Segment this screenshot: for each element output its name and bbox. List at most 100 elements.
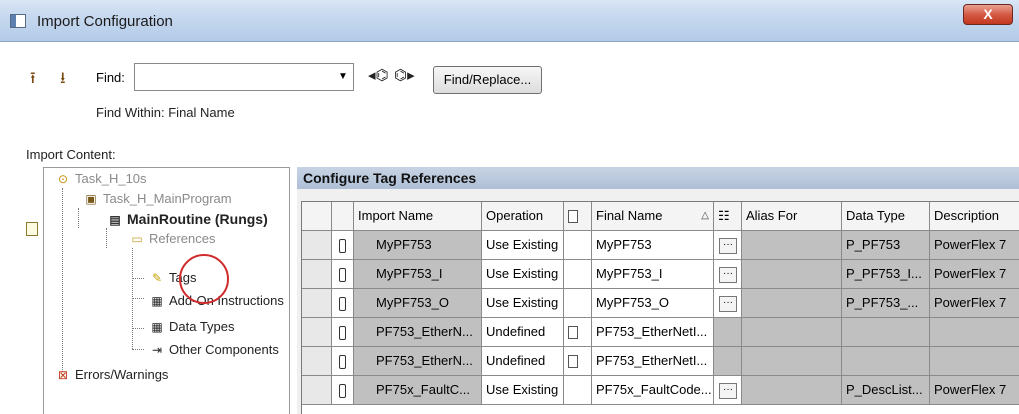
tree-item-task[interactable]: ⊙ Task_H_10s <box>54 169 147 189</box>
row-header[interactable] <box>302 231 332 259</box>
row-header[interactable] <box>302 289 332 317</box>
data-type-cell[interactable]: P_PF753 <box>842 231 930 259</box>
description-cell[interactable]: PowerFlex 7 <box>930 289 1019 317</box>
doc-cell[interactable] <box>564 260 592 288</box>
table-row[interactable]: MyPF753_O Use Existing MyPF753_O ··· P_PF753… <box>302 289 1019 318</box>
import-name-cell[interactable]: MyPF753_I <box>354 260 482 288</box>
alias-for-cell[interactable] <box>742 347 842 375</box>
column-header-operation[interactable]: Operation <box>482 202 564 230</box>
doc-cell[interactable] <box>564 347 592 375</box>
row-icon-cell[interactable] <box>332 347 354 375</box>
import-name-cell[interactable]: MyPF753_O <box>354 289 482 317</box>
row-header[interactable] <box>302 318 332 346</box>
browse-cell[interactable]: ··· <box>714 260 742 288</box>
data-type-cell[interactable] <box>842 318 930 346</box>
row-icon-cell[interactable] <box>332 260 354 288</box>
alias-for-cell[interactable] <box>742 260 842 288</box>
final-name-cell[interactable]: MyPF753_I <box>592 260 714 288</box>
row-icon-cell[interactable] <box>332 318 354 346</box>
browse-cell[interactable]: ··· <box>714 289 742 317</box>
alias-for-cell[interactable] <box>742 289 842 317</box>
tree-item-program[interactable]: ▣ Task_H_MainProgram <box>82 189 231 209</box>
description-cell[interactable] <box>930 347 1019 375</box>
row-header[interactable] <box>302 260 332 288</box>
browse-cell[interactable] <box>714 347 742 375</box>
import-name-cell[interactable]: PF75x_FaultC... <box>354 376 482 404</box>
alias-for-cell[interactable] <box>742 318 842 346</box>
alias-for-cell[interactable] <box>742 231 842 259</box>
data-type-cell[interactable] <box>842 347 930 375</box>
chevron-down-icon[interactable]: ▼ <box>334 67 352 87</box>
row-header[interactable] <box>302 347 332 375</box>
close-button[interactable]: X <box>963 4 1013 25</box>
browse-cell[interactable] <box>714 318 742 346</box>
doc-cell[interactable] <box>564 376 592 404</box>
final-name-cell[interactable]: MyPF753 <box>592 231 714 259</box>
find-previous-icon[interactable]: ◂⌬ <box>368 67 389 85</box>
column-header-final-name[interactable]: Final Name △ <box>592 202 714 230</box>
final-name-cell[interactable]: PF753_EtherNetI... <box>592 318 714 346</box>
column-header-description[interactable]: Description <box>930 202 1019 230</box>
tree-item-label: MainRoutine (Rungs) <box>127 211 268 227</box>
doc-cell[interactable] <box>564 318 592 346</box>
browse-cell[interactable]: ··· <box>714 231 742 259</box>
browse-ellipsis-button[interactable]: ··· <box>719 237 737 254</box>
tag-references-panel: Configure Tag References Import Name Ope… <box>297 167 1019 414</box>
import-content-tree[interactable]: ⊙ Task_H_10s ▣ Task_H_MainProgram ▤ MainRou… <box>43 167 290 414</box>
column-header-import-name[interactable]: Import Name <box>354 202 482 230</box>
tree-item-data-types[interactable]: ▦ Data Types <box>148 317 234 337</box>
description-cell[interactable]: PowerFlex 7 <box>930 376 1019 404</box>
document-icon <box>568 326 578 340</box>
table-row[interactable]: MyPF753 Use Existing MyPF753 ··· P_PF753 Powe… <box>302 231 1019 260</box>
tag-references-grid[interactable]: Import Name Operation Final Name △ ☷ Alia… <box>301 201 1019 414</box>
import-name-cell[interactable]: PF753_EtherN... <box>354 347 482 375</box>
doc-cell[interactable] <box>564 231 592 259</box>
browse-ellipsis-button[interactable]: ··· <box>719 382 737 399</box>
operation-cell[interactable]: Use Existing <box>482 376 564 404</box>
browse-ellipsis-button[interactable]: ··· <box>719 295 737 312</box>
table-row[interactable]: PF753_EtherN... Undefined PF753_EtherNetI.… <box>302 347 1019 376</box>
browse-ellipsis-button[interactable]: ··· <box>719 266 737 283</box>
tree-item-errors-warnings[interactable]: ⊠ Errors/Warnings <box>54 365 168 385</box>
tree-item-references[interactable]: ▭ References <box>128 229 215 249</box>
column-header-data-type[interactable]: Data Type <box>842 202 930 230</box>
operation-cell[interactable]: Use Existing <box>482 231 564 259</box>
description-cell[interactable]: PowerFlex 7 <box>930 231 1019 259</box>
operation-cell[interactable]: Undefined <box>482 347 564 375</box>
doc-cell[interactable] <box>564 289 592 317</box>
tree-item-routine[interactable]: ▤ MainRoutine (Rungs) <box>106 209 268 229</box>
alias-for-cell[interactable] <box>742 376 842 404</box>
data-type-cell[interactable]: P_PF753_... <box>842 289 930 317</box>
find-replace-button[interactable]: Find/Replace... <box>433 66 542 94</box>
final-name-cell[interactable]: MyPF753_O <box>592 289 714 317</box>
table-row[interactable]: PF75x_FaultC... Use Existing PF75x_FaultCo… <box>302 376 1019 405</box>
import-name-cell[interactable]: MyPF753 <box>354 231 482 259</box>
column-header-alias-for[interactable]: Alias For <box>742 202 842 230</box>
operation-cell[interactable]: Use Existing <box>482 260 564 288</box>
column-header-properties[interactable]: ☷ <box>714 202 742 230</box>
window-icon <box>10 14 26 28</box>
row-icon-cell[interactable] <box>332 231 354 259</box>
find-input[interactable] <box>134 63 354 91</box>
final-name-cell[interactable]: PF75x_FaultCode... <box>592 376 714 404</box>
table-row[interactable]: PF753_EtherN... Undefined PF753_EtherNetI.… <box>302 318 1019 347</box>
table-row[interactable]: MyPF753_I Use Existing MyPF753_I ··· P_PF753… <box>302 260 1019 289</box>
row-header[interactable] <box>302 376 332 404</box>
find-next-icon[interactable]: ⌬▸ <box>394 67 415 85</box>
expand-all-icon[interactable]: ⭱ <box>30 71 36 87</box>
import-name-cell[interactable]: PF753_EtherN... <box>354 318 482 346</box>
operation-cell[interactable]: Undefined <box>482 318 564 346</box>
browse-cell[interactable]: ··· <box>714 376 742 404</box>
collapse-all-icon[interactable]: ⭳ <box>60 71 66 87</box>
data-type-cell[interactable]: P_PF753_I... <box>842 260 930 288</box>
data-type-cell[interactable]: P_DescList... <box>842 376 930 404</box>
document-icon <box>568 210 578 224</box>
row-icon-cell[interactable] <box>332 289 354 317</box>
description-cell[interactable] <box>930 318 1019 346</box>
tree-item-other-components[interactable]: ⇥ Other Components <box>148 340 279 360</box>
column-header-doc[interactable] <box>564 202 592 230</box>
operation-cell[interactable]: Use Existing <box>482 289 564 317</box>
final-name-cell[interactable]: PF753_EtherNetI... <box>592 347 714 375</box>
row-icon-cell[interactable] <box>332 376 354 404</box>
description-cell[interactable]: PowerFlex 7 <box>930 260 1019 288</box>
